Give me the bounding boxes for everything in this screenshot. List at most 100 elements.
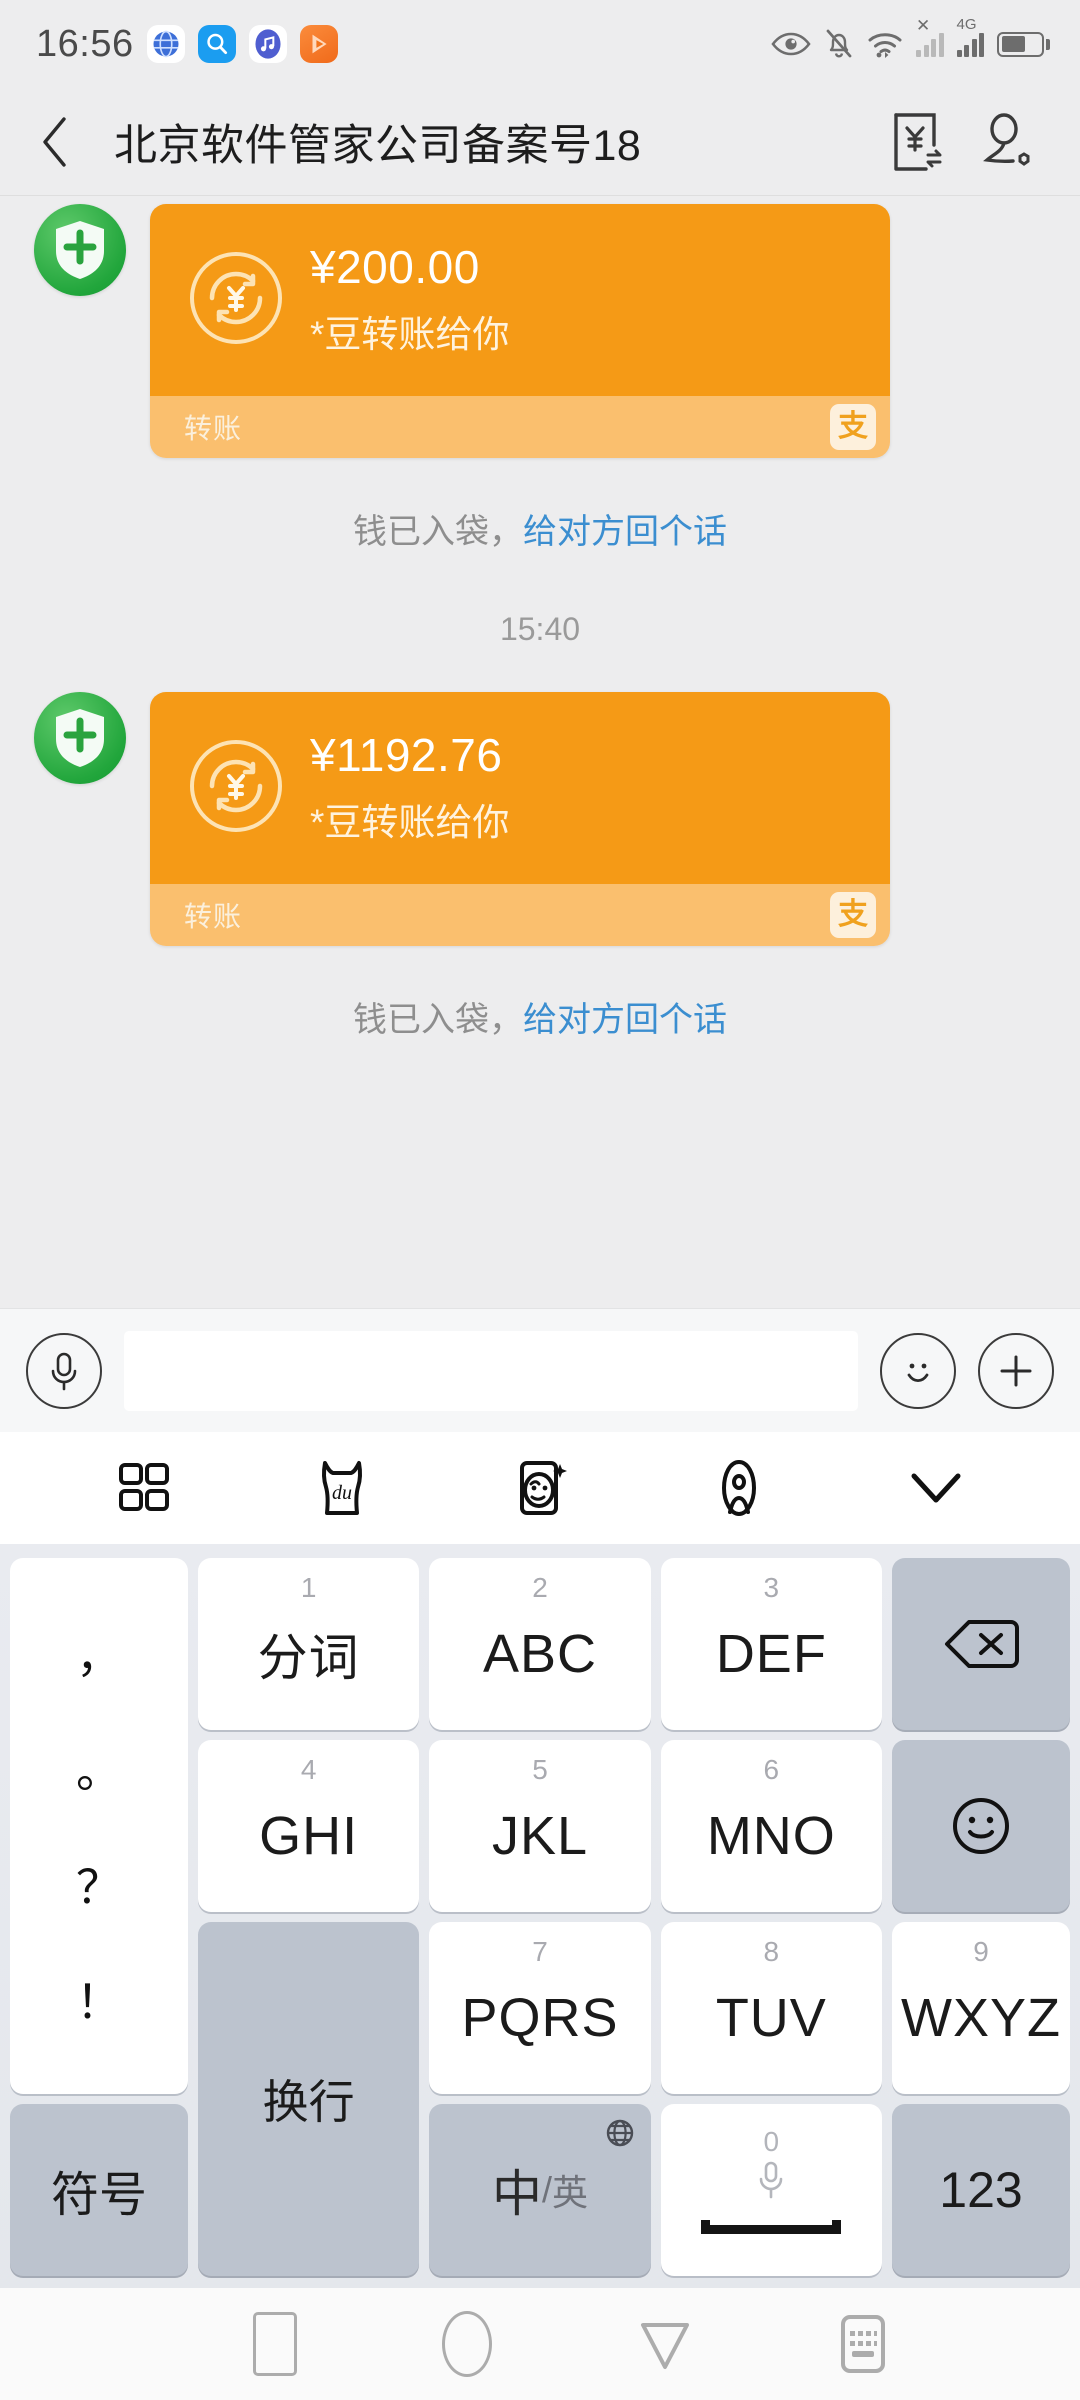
key-label: DEF	[715, 1624, 827, 1684]
keyboard-toggle-icon[interactable]	[838, 2313, 888, 2375]
key-number: 1	[300, 1572, 317, 1603]
avatar[interactable]	[34, 692, 126, 784]
yen-transfer-icon[interactable]	[892, 111, 946, 173]
punct-exclaim: ！	[76, 1976, 122, 2029]
key-number: 7	[532, 1936, 548, 1967]
wifi-icon	[867, 29, 903, 59]
key-label: ABC	[482, 1624, 598, 1684]
status-prefix-text: 钱已入袋，	[353, 1001, 523, 1039]
key-label: PQRS	[461, 1988, 619, 2048]
baidu-du-icon[interactable]: du	[313, 1457, 371, 1519]
language-switch-key[interactable]: 中 / 英	[429, 2104, 651, 2276]
key-number: 9	[973, 1936, 989, 1967]
shield-plus-icon	[56, 221, 104, 279]
message-timestamp: 15:40	[499, 611, 581, 647]
svg-text:du: du	[332, 1482, 352, 1504]
chat-messages-area[interactable]: ¥200.00 *豆转账给你 转账 支 钱已入袋，给对方回个话 15:40 ¥1…	[0, 196, 1080, 1308]
signal-x-mark: ✕	[916, 16, 931, 35]
key-number: 8	[763, 1936, 780, 1967]
microphone-icon	[756, 2160, 786, 2204]
key-4[interactable]: 4 GHI	[198, 1740, 420, 1912]
transfer-message[interactable]: ¥1192.76 *豆转账给你 转账 支	[0, 692, 1080, 946]
person-voice-icon[interactable]	[711, 1458, 767, 1518]
key-label: TUV	[715, 1988, 827, 2048]
reply-link[interactable]: 给对方回个话	[523, 1001, 727, 1039]
system-nav-bar	[0, 2288, 1080, 2400]
contact-profile-icon[interactable]	[980, 111, 1034, 173]
keyboard-keys: ， 。 ？ ！ 1 分词 2 ABC 3 DEF 4 GHI 5 JKL 6 M…	[0, 1544, 1080, 2288]
key-2[interactable]: 2 ABC	[429, 1558, 651, 1730]
more-actions-button[interactable]	[978, 1332, 1054, 1409]
status-time: 16:56	[36, 22, 134, 65]
key-number: 6	[763, 1754, 780, 1785]
back-button[interactable]	[40, 116, 96, 168]
transfer-amount: ¥1192.76	[310, 729, 503, 782]
keyboard-toolbar: du	[0, 1432, 1080, 1544]
backspace-key[interactable]	[891, 1558, 1070, 1730]
network-type-label: 4G	[956, 16, 977, 33]
phone-screen: 16:56 ✕ 4G 北京软件管家公司备案号18 ¥200.00 *豆转账给你 …	[0, 0, 1080, 2400]
smiley-icon	[952, 1798, 1009, 1854]
voice-input-button[interactable]	[26, 1332, 102, 1409]
transfer-text-block: ¥200.00 *豆转账给你	[310, 239, 509, 357]
key-label: JKL	[491, 1806, 589, 1866]
key-7[interactable]: 7 PQRS	[429, 1922, 651, 2094]
transfer-card-body: ¥1192.76 *豆转账给你	[150, 692, 890, 884]
shield-plus-icon	[56, 709, 104, 767]
lang-primary: 中	[491, 2166, 542, 2222]
sticker-face-icon[interactable]	[512, 1457, 570, 1519]
key-3[interactable]: 3 DEF	[660, 1558, 882, 1730]
transfer-card[interactable]: ¥1192.76 *豆转账给你 转账 支	[150, 692, 890, 946]
microphone-icon	[51, 1352, 77, 1390]
recents-square-icon[interactable]	[252, 2312, 297, 2376]
transfer-card-footer: 转账 支	[150, 884, 890, 946]
transfer-coin-icon	[184, 734, 288, 838]
key-number: 3	[763, 1572, 780, 1603]
message-input-field[interactable]	[124, 1330, 858, 1411]
page-title: 北京软件管家公司备案号18	[114, 121, 642, 170]
symbols-key[interactable]: 符号	[10, 2104, 188, 2276]
chevron-down-icon[interactable]	[908, 1468, 964, 1508]
backspace-icon	[944, 1620, 1019, 1668]
enter-key[interactable]: 换行	[198, 1922, 420, 2276]
search-icon	[197, 25, 236, 63]
status-prefix-text: 钱已入袋，	[353, 513, 523, 551]
avatar[interactable]	[34, 204, 126, 296]
transfer-status-line: 钱已入袋，给对方回个话	[0, 992, 1080, 1041]
numbers-key[interactable]: 123	[891, 2104, 1070, 2276]
keyboard-emoji-key[interactable]	[891, 1740, 1070, 1912]
transfer-card[interactable]: ¥200.00 *豆转账给你 转账 支	[150, 204, 890, 458]
signal-bars	[956, 31, 984, 57]
back-triangle-icon[interactable]	[637, 2315, 693, 2373]
key-label: GHI	[259, 1806, 359, 1866]
message-input-bar	[0, 1308, 1080, 1432]
punctuation-key[interactable]: ， 。 ？ ！	[10, 1558, 188, 2094]
transfer-amount: ¥200.00	[310, 241, 480, 294]
key-5[interactable]: 5 JKL	[429, 1740, 651, 1912]
music-icon	[248, 25, 287, 63]
keyboard: du ， 。 ？ ！ 1 分词 2 ABC 3 DEF 4 GHI 5 JKL …	[0, 1432, 1080, 2288]
punct-question: ？	[76, 1860, 122, 1913]
key-number: 5	[532, 1754, 548, 1785]
key-1[interactable]: 1 分词	[198, 1558, 420, 1730]
grid-apps-icon[interactable]	[116, 1460, 172, 1516]
key-9[interactable]: 9 WXYZ	[891, 1922, 1070, 2094]
home-circle-icon[interactable]	[441, 2311, 492, 2377]
space-zero-label: 0	[763, 2126, 780, 2157]
lang-separator: /	[541, 2169, 552, 2210]
key-6[interactable]: 6 MNO	[660, 1740, 882, 1912]
eye-icon	[771, 31, 811, 57]
key-8[interactable]: 8 TUV	[660, 1922, 882, 2094]
space-key[interactable]: 0	[660, 2104, 882, 2276]
status-bar-right: ✕ 4G	[771, 17, 1050, 60]
key-label: 分词	[257, 1630, 360, 1686]
emoji-button[interactable]	[880, 1332, 956, 1409]
key-label: WXYZ	[900, 1988, 1061, 2048]
chevron-left-icon	[43, 116, 66, 167]
status-bar: 16:56 ✕ 4G	[0, 0, 1080, 88]
transfer-footer-label: 转账	[184, 901, 243, 932]
globe-icon	[605, 2118, 635, 2148]
transfer-message[interactable]: ¥200.00 *豆转账给你 转账 支	[0, 204, 1080, 458]
transfer-footer-label: 转账	[184, 413, 243, 444]
reply-link[interactable]: 给对方回个话	[523, 513, 727, 551]
